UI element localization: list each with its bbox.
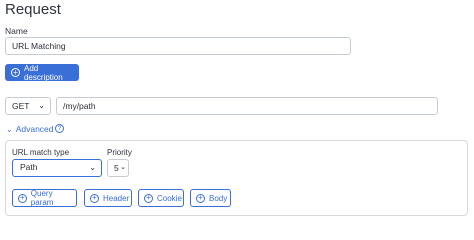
header-label: Header — [103, 193, 130, 203]
name-label: Name — [5, 26, 28, 36]
plus-circle-icon: + — [18, 193, 27, 203]
add-description-button[interactable]: + Add description — [5, 63, 79, 82]
add-header-button[interactable]: + Header — [84, 189, 132, 207]
priority-select[interactable]: 5 ⌄ — [107, 159, 129, 177]
query-param-label: Query param — [30, 189, 54, 207]
method-value: GET — [12, 101, 30, 111]
priority-label: Priority — [107, 148, 132, 157]
path-input[interactable]: /my/path — [56, 97, 438, 115]
help-icon[interactable]: ? — [55, 124, 64, 133]
add-query-param-button[interactable]: + Query param — [12, 189, 77, 207]
cookie-label: Cookie — [157, 193, 182, 203]
plus-circle-icon: + — [196, 193, 205, 203]
name-input[interactable]: URL Matching — [5, 37, 351, 55]
url-match-select[interactable]: Path ⌄ — [12, 159, 102, 177]
plus-circle-icon: + — [90, 193, 99, 203]
chevron-down-icon: ⌄ — [38, 101, 45, 110]
chevron-down-icon: ⌄ — [6, 124, 13, 134]
chevron-down-icon: ⌄ — [120, 164, 126, 171]
add-cookie-button[interactable]: + Cookie — [138, 189, 184, 207]
section-title: Request — [5, 1, 61, 18]
body-label: Body — [209, 193, 228, 203]
add-description-label: Add description — [23, 63, 63, 82]
url-match-label: URL match type — [12, 148, 70, 157]
advanced-label: Advanced — [15, 124, 54, 134]
advanced-toggle[interactable]: ⌄ Advanced — [6, 124, 54, 134]
plus-circle-icon: + — [144, 193, 153, 203]
url-match-value: Path — [20, 162, 38, 172]
method-select[interactable]: GET ⌄ — [5, 97, 51, 115]
priority-value: 5 — [114, 163, 119, 173]
add-body-button[interactable]: + Body — [190, 189, 231, 207]
plus-circle-icon: + — [11, 68, 20, 77]
chevron-down-icon: ⌄ — [89, 163, 96, 172]
